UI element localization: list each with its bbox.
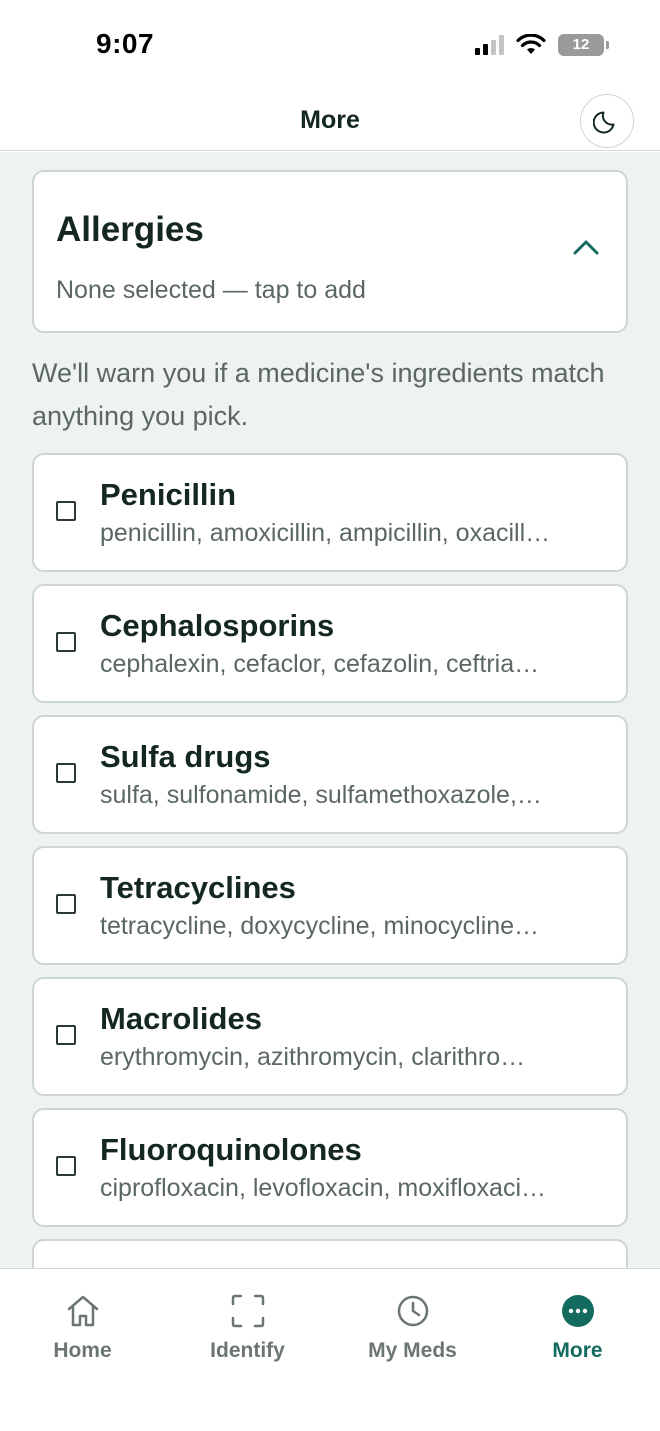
drug-group-sulfa-drugs[interactable]: Sulfa drugs sulfa, sulfonamide, sulfamet… — [32, 715, 628, 834]
drug-group-ingredients: erythromycin, azithromycin, clarithro… — [100, 1043, 526, 1071]
tab-bar: Home Identify My Meds More — [0, 1268, 660, 1431]
drug-group-name: Tetracyclines — [100, 870, 296, 905]
battery-icon: 12 — [558, 34, 609, 56]
wifi-icon — [516, 34, 546, 54]
nav-header: More — [0, 90, 660, 151]
status-icons: 12 — [475, 30, 609, 60]
drug-group-ingredients: tetracycline, doxycycline, minocycline… — [100, 912, 540, 940]
content-scroll-area[interactable]: Allergies None selected — tap to add We'… — [0, 152, 660, 1268]
tab-label: Home — [53, 1339, 112, 1362]
checkbox[interactable] — [56, 632, 76, 652]
checkbox[interactable] — [56, 1025, 76, 1045]
chevron-up-icon[interactable] — [572, 238, 600, 256]
tab-label: More — [552, 1339, 603, 1362]
status-time: 9:07 — [96, 28, 155, 59]
home-icon — [67, 1295, 98, 1327]
tab-my-meds[interactable]: My Meds — [330, 1291, 495, 1363]
status-bar: 9:07 12 — [0, 0, 660, 90]
cellular-signal-icon — [475, 35, 504, 55]
checkbox[interactable] — [56, 501, 76, 521]
drug-group-list: Penicillin penicillin, amoxicillin, ampi… — [32, 453, 628, 1268]
drug-group-cephalosporins[interactable]: Cephalosporins cephalexin, cefaclor, cef… — [32, 584, 628, 703]
allergies-subtitle: None selected — tap to add — [56, 276, 366, 304]
drug-group-name: Sulfa drugs — [100, 739, 271, 774]
allergies-title: Allergies — [56, 210, 204, 249]
tab-more[interactable]: More — [495, 1291, 660, 1363]
drug-group-name: Cephalosporins — [100, 608, 335, 643]
drug-group-macrolides[interactable]: Macrolides erythromycin, azithromycin, c… — [32, 977, 628, 1096]
drug-group-tetracyclines[interactable]: Tetracyclines tetracycline, doxycycline,… — [32, 846, 628, 965]
checkbox[interactable] — [56, 894, 76, 914]
tab-identify[interactable]: Identify — [165, 1291, 330, 1363]
tab-label: My Meds — [368, 1339, 457, 1362]
scan-icon — [231, 1294, 264, 1328]
more-icon — [561, 1295, 594, 1327]
drug-group-ingredients: sulfa, sulfonamide, sulfamethoxazole,… — [100, 781, 542, 809]
tab-home[interactable]: Home — [0, 1291, 165, 1363]
drug-group-penicillin[interactable]: Penicillin penicillin, amoxicillin, ampi… — [32, 453, 628, 572]
drug-group-fluoroquinolones[interactable]: Fluoroquinolones ciprofloxacin, levoflox… — [32, 1108, 628, 1227]
moon-icon — [593, 111, 615, 134]
checkbox[interactable] — [56, 1156, 76, 1176]
drug-group-ingredients: ciprofloxacin, levofloxacin, moxifloxaci… — [100, 1174, 547, 1202]
theme-toggle-button[interactable] — [580, 94, 634, 148]
tab-label: Identify — [210, 1339, 285, 1362]
drug-group-ingredients: penicillin, amoxicillin, ampicillin, oxa… — [100, 519, 551, 547]
allergies-card[interactable]: Allergies None selected — tap to add — [32, 170, 628, 333]
checkbox[interactable] — [56, 763, 76, 783]
drug-group-ingredients: cephalexin, cefaclor, cefazolin, ceftria… — [100, 650, 540, 678]
drug-group-name: Fluoroquinolones — [100, 1132, 362, 1167]
drug-group-name: Penicillin — [100, 477, 237, 512]
clock-icon — [397, 1295, 428, 1327]
page-title: More — [300, 106, 360, 134]
allergy-warning-description: We'll warn you if a medicine's ingredien… — [32, 358, 605, 431]
drug-group-partial[interactable] — [32, 1239, 628, 1268]
drug-group-name: Macrolides — [100, 1001, 262, 1036]
